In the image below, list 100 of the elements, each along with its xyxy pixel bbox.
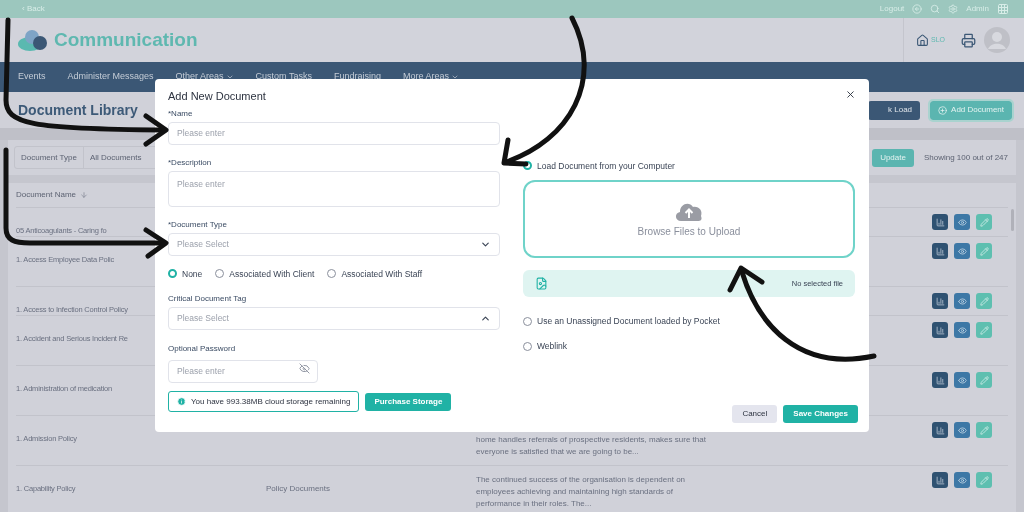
- edit-button[interactable]: [976, 472, 992, 488]
- app-title: Communication: [54, 27, 198, 52]
- purchase-storage-button[interactable]: Purchase Storage: [365, 392, 452, 411]
- apps-grid-icon[interactable]: [997, 3, 1009, 15]
- add-document-button[interactable]: Add Document: [930, 100, 1012, 120]
- nav-item[interactable]: Other Areas: [175, 70, 234, 84]
- table-cell-text: The continued success of the organisation is dependent on employees achieving and maintaining high standards of performance in their roles. The...: [476, 474, 687, 510]
- radio-label: Load Document from your Computer: [537, 159, 675, 173]
- view-button[interactable]: [954, 293, 970, 309]
- eye-icon: [957, 217, 967, 227]
- stats-button[interactable]: [932, 322, 948, 338]
- edit-button[interactable]: [976, 214, 992, 230]
- table-cell-text: home handles referrals of prospective residents, makes sure that everyone is satisfied that we are going to be...: [476, 434, 707, 458]
- page-title: Document Library: [18, 100, 138, 120]
- search-icon[interactable]: [930, 4, 941, 14]
- view-button[interactable]: [954, 372, 970, 388]
- radio-button[interactable]: [215, 269, 225, 279]
- view-button[interactable]: [954, 322, 970, 338]
- bulk-load-button[interactable]: k Load: [868, 100, 921, 120]
- cancel-button[interactable]: Cancel: [732, 405, 778, 423]
- field-label: *Document Type: [168, 218, 228, 231]
- field-label: *Description: [168, 156, 213, 169]
- radio-button[interactable]: [523, 341, 532, 351]
- name-input[interactable]: Please enter: [168, 121, 500, 145]
- edit-button[interactable]: [976, 322, 992, 338]
- scrollbar[interactable]: [1011, 209, 1014, 231]
- file-image-icon: [535, 277, 548, 291]
- upload-area[interactable]: Browse Files to Upload: [523, 180, 855, 259]
- chart-icon: [935, 296, 945, 306]
- password-input[interactable]: Please enter: [168, 359, 318, 383]
- plus-icon: [938, 105, 948, 115]
- nav-item[interactable]: Events: [18, 70, 46, 84]
- pencil-icon: [979, 375, 989, 385]
- chart-icon: [935, 325, 945, 335]
- radio-label: Associated With Staff: [341, 267, 422, 281]
- chart-icon: [935, 475, 945, 485]
- chart-icon: [935, 217, 945, 227]
- field-label: *Name: [168, 107, 194, 120]
- radio-button[interactable]: [523, 161, 532, 171]
- logout-icon[interactable]: [912, 4, 923, 14]
- view-button[interactable]: [954, 422, 970, 438]
- printer-icon[interactable]: [961, 32, 976, 48]
- radio-label: Associated With Client: [229, 267, 315, 281]
- field-label: Critical Document Tag: [168, 293, 248, 306]
- pencil-icon: [979, 296, 989, 306]
- radio-button[interactable]: [168, 269, 177, 279]
- view-button[interactable]: [954, 472, 970, 488]
- eye-icon: [957, 246, 967, 256]
- chart-icon: [935, 425, 945, 435]
- radio-button[interactable]: [327, 269, 337, 279]
- pencil-icon: [979, 425, 989, 435]
- pencil-icon: [979, 217, 989, 227]
- pencil-icon: [979, 475, 989, 485]
- field-label: Optional Password: [168, 343, 237, 356]
- modal-title: Add New Document: [168, 89, 266, 104]
- avatar-icon[interactable]: [984, 27, 1010, 53]
- close-icon[interactable]: [845, 88, 856, 100]
- result-count: Showing 100 out of 247: [923, 151, 1008, 164]
- radio-label: None: [182, 267, 203, 281]
- nav-item[interactable]: Administer Messages: [67, 70, 154, 84]
- description-input[interactable]: Please enter: [168, 170, 500, 207]
- radio-label: Use an Unassigned Document loaded by Pocket: [537, 315, 720, 328]
- stats-button[interactable]: [932, 422, 948, 438]
- sort-icon[interactable]: [80, 191, 89, 199]
- eye-icon: [957, 375, 967, 385]
- view-button[interactable]: [954, 214, 970, 230]
- storage-text: You have 993.38MB cloud storage remaining: [191, 395, 351, 408]
- select-field[interactable]: Please Select: [168, 232, 500, 256]
- edit-button[interactable]: [976, 372, 992, 388]
- home-icon[interactable]: [916, 33, 929, 47]
- upload-prompt: Browse Files to Upload: [637, 224, 741, 239]
- stats-button[interactable]: [932, 293, 948, 309]
- view-button[interactable]: [954, 243, 970, 259]
- radio-button[interactable]: [523, 317, 532, 327]
- update-button[interactable]: Update: [872, 148, 914, 167]
- stats-button[interactable]: [932, 372, 948, 388]
- stats-button[interactable]: [932, 214, 948, 230]
- stats-button[interactable]: [932, 243, 948, 259]
- edit-button[interactable]: [976, 422, 992, 438]
- pencil-icon: [979, 325, 989, 335]
- eye-icon: [957, 325, 967, 335]
- pencil-icon: [979, 246, 989, 256]
- table-cell: Policy Documents: [266, 484, 331, 493]
- stats-button[interactable]: [932, 472, 948, 488]
- save-changes-button[interactable]: Save Changes: [783, 405, 858, 423]
- eye-icon: [957, 425, 967, 435]
- edit-button[interactable]: [976, 243, 992, 259]
- settings-icon[interactable]: [948, 4, 959, 14]
- edit-button[interactable]: [976, 293, 992, 309]
- chart-icon: [935, 375, 945, 385]
- column-header[interactable]: Document Name: [16, 189, 77, 201]
- info-icon: [177, 397, 186, 407]
- eye-icon: [957, 296, 967, 306]
- nav-item[interactable]: More Areas: [403, 70, 459, 84]
- logo-icon: [18, 28, 50, 52]
- select-field[interactable]: Please Select: [168, 307, 500, 331]
- radio-label: Weblink: [537, 340, 568, 353]
- hide-password-icon[interactable]: [299, 363, 310, 375]
- eye-icon: [957, 475, 967, 485]
- chart-icon: [935, 246, 945, 256]
